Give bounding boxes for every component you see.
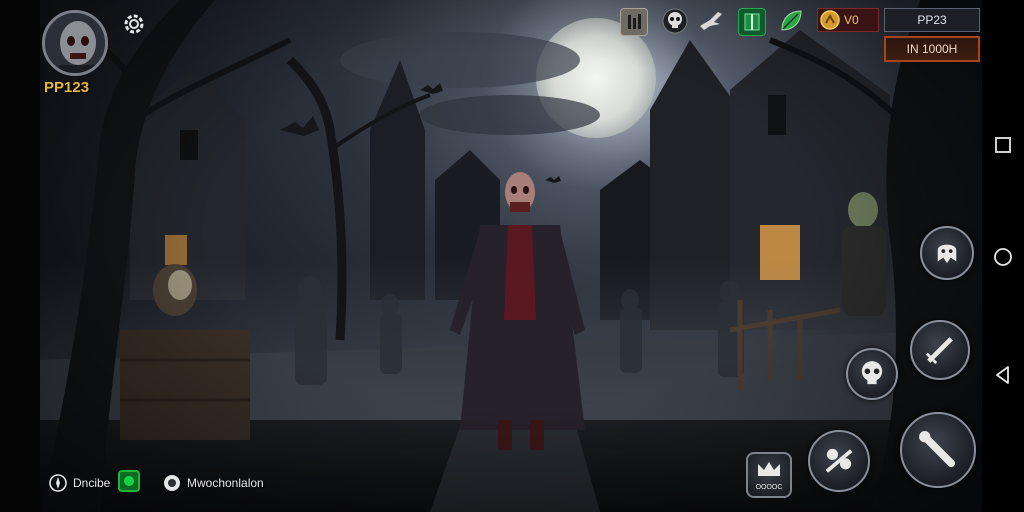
sword-icon — [925, 337, 953, 365]
dncibe-label: Dncibe — [73, 476, 111, 490]
lurking-ghoul — [848, 192, 878, 228]
home-button[interactable] — [992, 246, 1014, 268]
skull-skill-button[interactable] — [846, 348, 898, 400]
letterbox-left — [0, 0, 40, 512]
gear-icon — [124, 14, 144, 34]
circle-icon — [994, 248, 1012, 266]
back-button[interactable] — [992, 364, 1014, 386]
wooden-crate — [120, 330, 250, 440]
dncibe-button[interactable]: Dncibe — [48, 472, 110, 494]
skull-icon — [861, 361, 883, 385]
map-button[interactable] — [738, 8, 766, 36]
triangle-back-icon — [996, 366, 1009, 384]
compass-icon — [49, 474, 67, 492]
map-icon — [744, 13, 760, 31]
game-menu-button[interactable]: OOOOC — [746, 452, 792, 498]
status-display[interactable]: IN 1000H — [884, 36, 980, 62]
creature-skill-button[interactable] — [920, 226, 974, 280]
stats-button[interactable] — [620, 8, 648, 36]
rank-display: PP23 — [884, 8, 980, 32]
currency-value: V0 — [844, 13, 859, 27]
ring-icon — [164, 475, 180, 491]
settings-button[interactable] — [120, 10, 148, 38]
player-name: PP123 — [44, 79, 90, 96]
coin-icon — [820, 10, 840, 30]
mwochonlalon-label: Mwochonlalon — [187, 476, 264, 490]
currency-display[interactable]: V0 — [817, 8, 879, 32]
eagle-icon — [700, 12, 722, 30]
recents-button[interactable] — [992, 134, 1014, 156]
game-screen: PP123 V0 PP23 IN 1000H Dncibe Mwochonlal… — [0, 0, 1024, 512]
crown-icon — [758, 462, 780, 476]
skull-icon — [662, 8, 688, 34]
game-menu-label: OOOOC — [755, 484, 783, 491]
mwochonlalon-button[interactable]: Mwochonlalon — [162, 472, 264, 494]
stats-icon — [628, 14, 641, 29]
system-nav-bar — [982, 0, 1024, 512]
creature-icon — [937, 244, 957, 264]
eagle-button[interactable] — [698, 8, 724, 34]
green-toggle[interactable] — [118, 470, 140, 492]
square-icon — [995, 137, 1011, 153]
weapon-attack-button[interactable] — [910, 320, 970, 380]
club-icon — [919, 431, 956, 468]
summon-skill-button[interactable] — [808, 430, 870, 492]
leaf-button[interactable] — [778, 8, 804, 34]
skull-button[interactable] — [662, 8, 688, 34]
primary-attack-button[interactable] — [900, 412, 976, 488]
leaf-icon — [781, 10, 802, 31]
bones-icon — [825, 448, 853, 473]
player-avatar[interactable] — [42, 10, 108, 76]
